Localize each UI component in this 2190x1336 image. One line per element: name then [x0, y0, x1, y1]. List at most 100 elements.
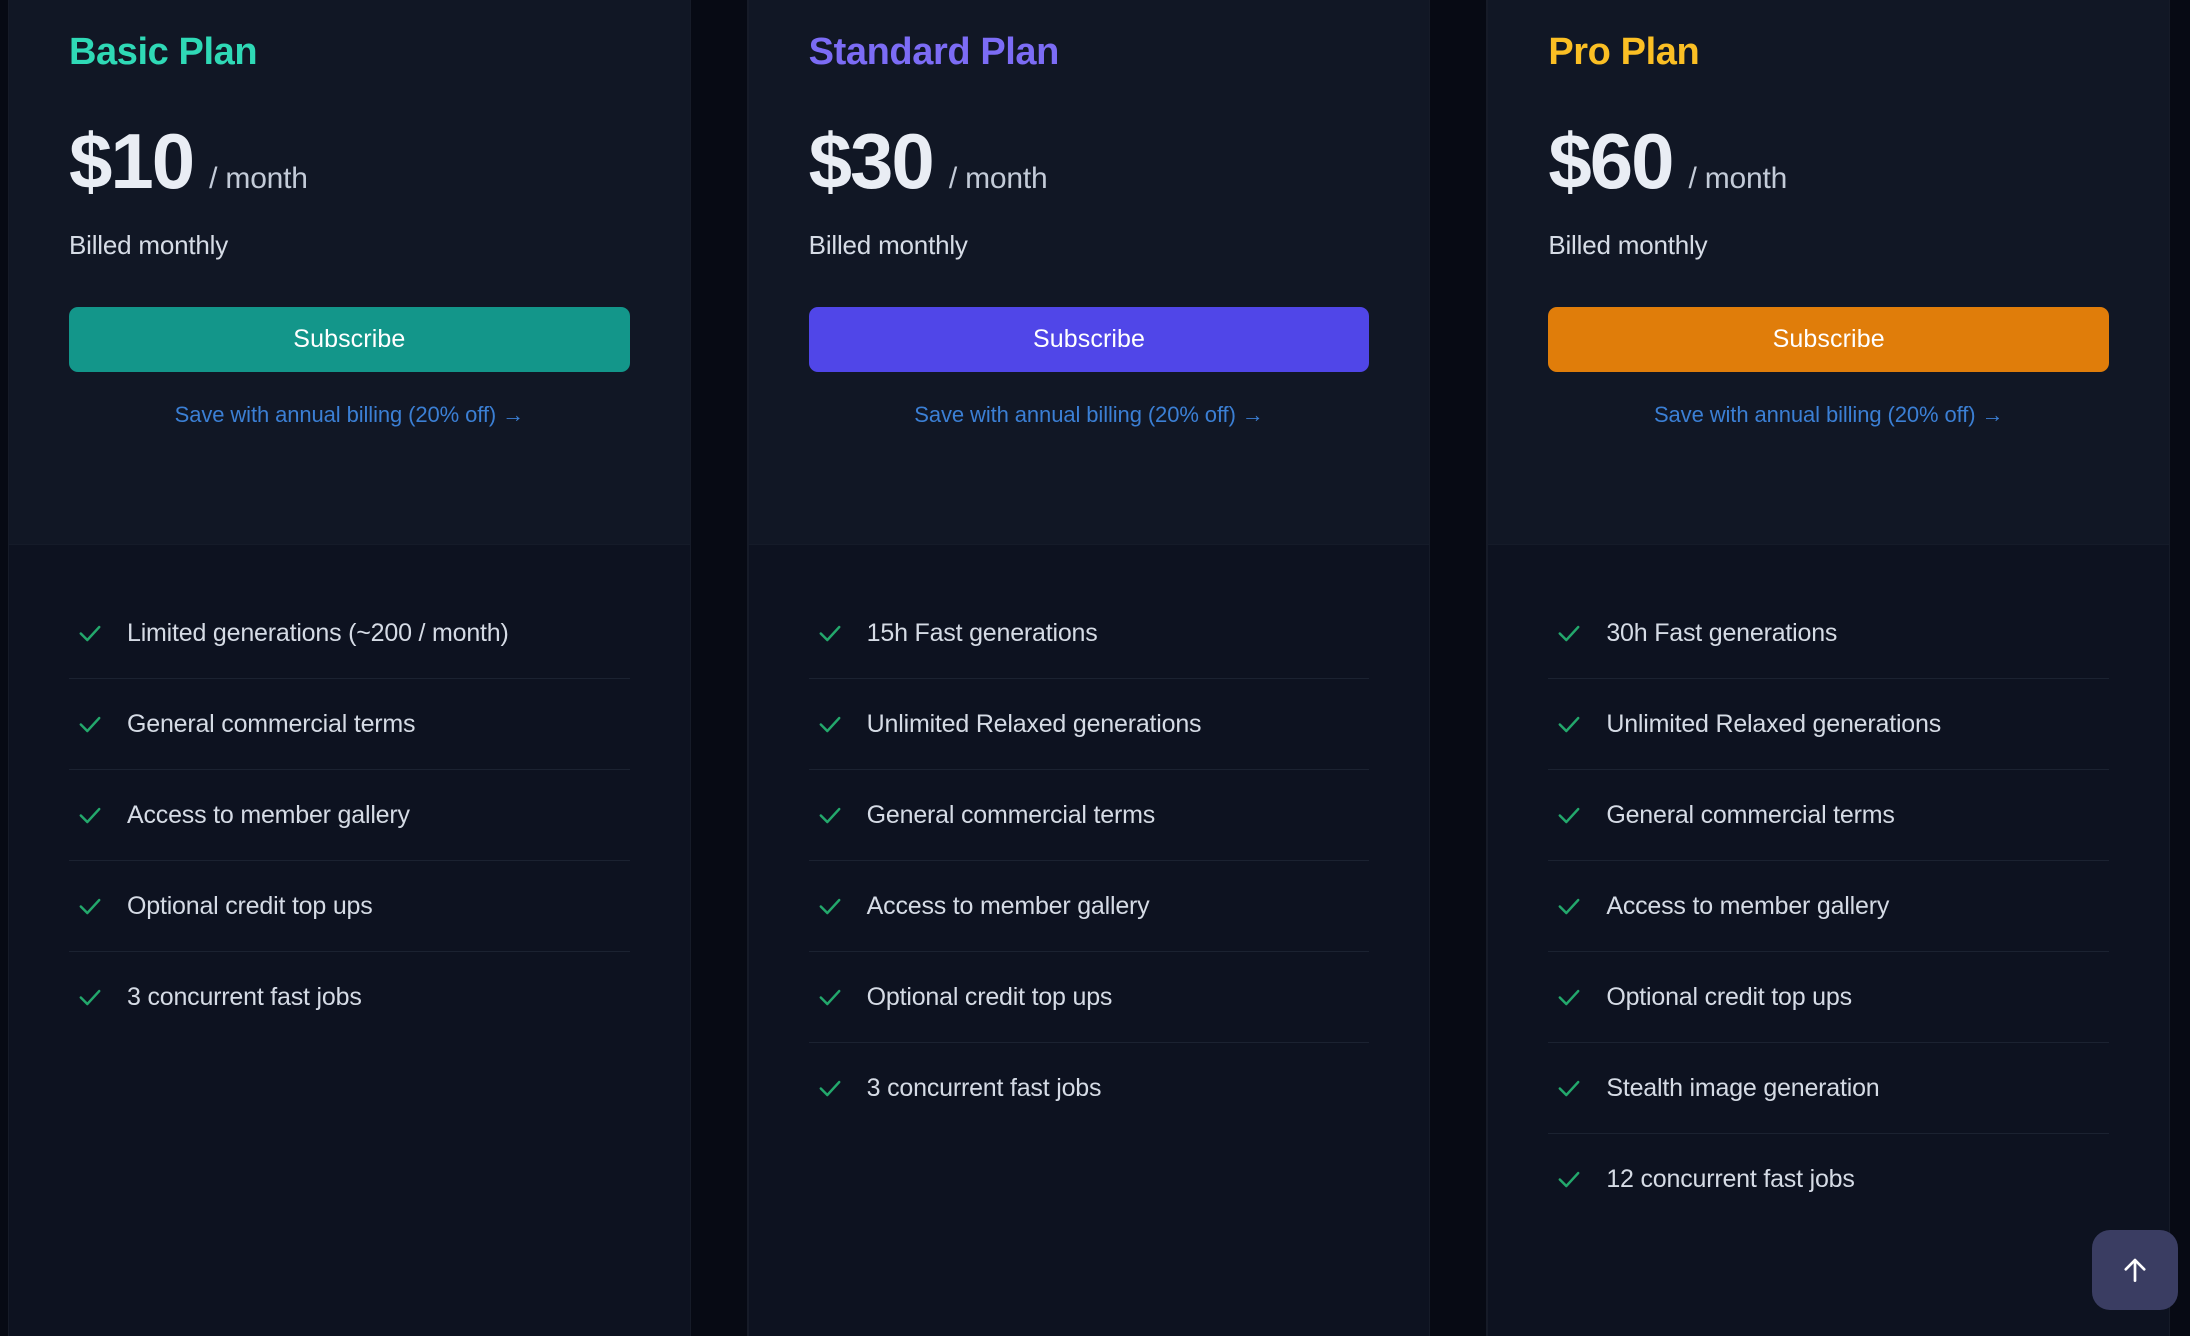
arrow-right-icon: → — [502, 401, 525, 427]
plan-price-amount-pro: $60 — [1548, 116, 1674, 205]
feature-item: Access to member gallery — [1548, 861, 2110, 952]
feature-label: General commercial terms — [866, 801, 1156, 829]
plan-card-basic: Basic Plan $10/ month Billed monthly Subscr… — [8, 0, 690, 1336]
check-icon — [79, 625, 101, 642]
feature-item: 3 concurrent fast jobs — [809, 1043, 1370, 1133]
annual-billing-link-label: Save with annual billing (20% off) — [1653, 401, 1976, 427]
pricing-plans-page: Basic Plan $10/ month Billed monthly Subscr… — [0, 0, 2190, 1336]
feature-label: Access to member gallery — [127, 801, 410, 829]
feature-item: Access to member gallery — [808, 861, 1370, 952]
plan-title-pro: Pro Plan — [1548, 31, 1700, 73]
feature-label: Access to member gallery — [1606, 892, 1890, 920]
feature-item: Optional credit top ups — [69, 861, 630, 952]
check-icon — [1558, 625, 1580, 642]
feature-item: General commercial terms — [1548, 770, 2110, 861]
check-icon — [819, 989, 841, 1006]
feature-label: 15h Fast generations — [866, 619, 1098, 647]
check-icon — [1558, 1080, 1580, 1097]
plan-card-pro: Pro Plan $60/ month Billed monthly Subscrib… — [1487, 0, 2171, 1336]
check-icon — [1558, 989, 1580, 1006]
subscribe-button-basic[interactable]: Subscribe — [69, 306, 630, 372]
feature-label: Limited generations (~200 / month) — [127, 619, 509, 647]
check-icon — [79, 807, 101, 824]
feature-label: General commercial terms — [127, 710, 416, 738]
feature-list: 30h Fast generations Unlimited Relaxed ge… — [1548, 588, 2110, 1224]
plan-billing-note-standard: Billed monthly — [808, 229, 968, 260]
plan-price-row-pro: $60/ month — [1548, 122, 2109, 200]
feature-item: Optional credit top ups — [808, 952, 1370, 1043]
check-icon — [819, 898, 841, 915]
plan-features-basic: Limited generations (~200 / month) Genera… — [9, 545, 690, 1336]
scroll-to-top-button[interactable] — [2092, 1230, 2178, 1310]
plan-header-basic: Basic Plan $10/ month Billed monthly Subscr… — [9, 0, 690, 545]
arrow-up-icon — [2118, 1253, 2152, 1287]
plan-price-period-standard: / month — [948, 161, 1048, 195]
plan-billing-note-basic: Billed monthly — [69, 229, 229, 260]
feature-label: Unlimited Relaxed generations — [1606, 710, 1942, 738]
plan-features-standard: 15h Fast generations Unlimited Relaxed ge… — [748, 545, 1430, 1336]
plan-title-standard: Standard Plan — [808, 31, 1060, 73]
feature-item: 15h Fast generations — [808, 588, 1370, 679]
check-icon — [1558, 898, 1580, 915]
feature-item: Optional credit top ups — [1548, 952, 2110, 1043]
column-separator — [689, 0, 748, 1336]
feature-label: Optional credit top ups — [866, 983, 1113, 1011]
check-icon — [819, 807, 841, 824]
feature-item: 30h Fast generations — [1548, 588, 2110, 679]
plan-price-period-pro: / month — [1688, 161, 1788, 195]
check-icon — [1558, 807, 1580, 824]
plan-billing-note-pro: Billed monthly — [1548, 229, 1708, 260]
subscribe-button-pro[interactable]: Subscribe — [1548, 306, 2110, 372]
plan-price-row-basic: $10/ month — [69, 122, 630, 200]
feature-item: Unlimited Relaxed generations — [1548, 679, 2110, 770]
plan-price-amount-basic: $10 — [69, 116, 195, 205]
check-icon — [1558, 716, 1580, 733]
column-separator — [1429, 0, 1488, 1336]
plan-header-pro: Pro Plan $60/ month Billed monthly Subscrib… — [1488, 0, 2170, 545]
feature-item: Stealth image generation — [1548, 1043, 2110, 1134]
feature-item: Limited generations (~200 / month) — [69, 588, 630, 679]
annual-billing-link-label: Save with annual billing (20% off) — [174, 401, 497, 427]
plan-title-basic: Basic Plan — [69, 31, 258, 73]
right-edge-strip — [2170, 0, 2190, 1336]
arrow-right-icon: → — [1981, 401, 2004, 427]
feature-item: General commercial terms — [69, 679, 630, 770]
features-spacer — [809, 545, 1370, 588]
annual-billing-link-pro[interactable]: Save with annual billing (20% off) → — [1548, 402, 2109, 428]
annual-billing-link-basic[interactable]: Save with annual billing (20% off) → — [69, 402, 630, 428]
feature-item: Access to member gallery — [69, 770, 630, 861]
annual-billing-link-standard[interactable]: Save with annual billing (20% off) → — [809, 402, 1370, 428]
plan-features-pro: 30h Fast generations Unlimited Relaxed ge… — [1488, 545, 2170, 1336]
feature-label: 3 concurrent fast jobs — [866, 1074, 1102, 1102]
annual-billing-link-label: Save with annual billing (20% off) — [914, 401, 1236, 427]
plan-price-period-basic: / month — [209, 161, 308, 195]
feature-item: 12 concurrent fast jobs — [1548, 1134, 2109, 1224]
feature-label: Access to member gallery — [866, 892, 1150, 920]
feature-label: 3 concurrent fast jobs — [127, 983, 362, 1011]
feature-label: Optional credit top ups — [1606, 983, 1852, 1011]
feature-label: Optional credit top ups — [127, 892, 373, 920]
feature-label: Stealth image generation — [1606, 1074, 1880, 1102]
feature-item: Unlimited Relaxed generations — [808, 679, 1370, 770]
plan-price-row-standard: $30/ month — [809, 122, 1370, 200]
plan-card-standard: Standard Plan $30/ month Billed monthly Sub… — [747, 0, 1430, 1336]
feature-item: General commercial terms — [808, 770, 1370, 861]
check-icon — [79, 716, 101, 733]
feature-list: 15h Fast generations Unlimited Relaxed ge… — [808, 588, 1370, 1133]
plan-price-amount-standard: $30 — [808, 116, 935, 205]
check-icon — [819, 716, 841, 733]
feature-label: 30h Fast generations — [1606, 619, 1838, 647]
subscribe-button-standard[interactable]: Subscribe — [808, 306, 1370, 372]
feature-list: Limited generations (~200 / month) Genera… — [69, 588, 630, 1042]
check-icon — [79, 898, 101, 915]
left-edge-strip — [0, 0, 8, 1336]
check-icon — [79, 989, 101, 1006]
check-icon — [819, 1080, 841, 1097]
features-spacer — [69, 545, 630, 588]
feature-label: 12 concurrent fast jobs — [1606, 1165, 1855, 1193]
check-icon — [1558, 1171, 1580, 1188]
plan-header-standard: Standard Plan $30/ month Billed monthly Sub… — [748, 0, 1430, 545]
feature-item: 3 concurrent fast jobs — [69, 952, 630, 1042]
features-spacer — [1548, 545, 2109, 588]
check-icon — [819, 625, 841, 642]
